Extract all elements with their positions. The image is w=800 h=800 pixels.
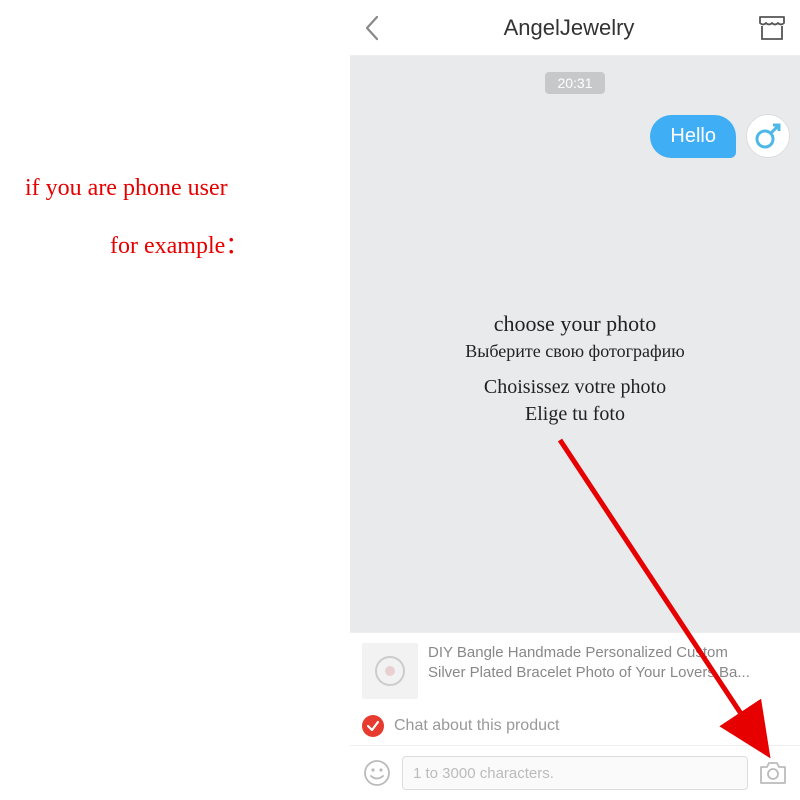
chat-about-label: Chat about this product bbox=[394, 717, 559, 735]
check-icon bbox=[362, 715, 384, 737]
overlay-ru: Выберите свою фотографию bbox=[350, 341, 800, 362]
product-title-line-2: Silver Plated Bracelet Photo of Your Lov… bbox=[428, 663, 788, 683]
phone-frame: AngelJewelry 20:31 Hello choose your pho… bbox=[350, 0, 800, 800]
chat-header: AngelJewelry bbox=[350, 0, 800, 56]
chat-timestamp: 20:31 bbox=[545, 72, 604, 94]
annotation-line-2: for example： bbox=[110, 225, 249, 260]
camera-icon[interactable] bbox=[758, 758, 788, 788]
male-symbol-icon bbox=[753, 121, 783, 151]
message-input[interactable] bbox=[402, 756, 748, 790]
back-icon[interactable] bbox=[364, 15, 380, 41]
message-row: Hello bbox=[350, 94, 800, 158]
chat-about-row[interactable]: Chat about this product bbox=[350, 709, 800, 746]
product-title: DIY Bangle Handmade Personalized Custom … bbox=[428, 643, 788, 684]
avatar[interactable] bbox=[746, 114, 790, 158]
product-thumbnail bbox=[362, 643, 418, 699]
overlay-es: Elige tu foto bbox=[350, 403, 800, 426]
store-icon[interactable] bbox=[758, 15, 786, 41]
product-title-line-1: DIY Bangle Handmade Personalized Custom bbox=[428, 643, 788, 663]
input-row bbox=[350, 746, 800, 800]
instruction-overlay: choose your photo Выберите свою фотограф… bbox=[350, 311, 800, 426]
annotation-line-1: if you are phone user bbox=[25, 175, 228, 202]
overlay-en: choose your photo bbox=[350, 311, 800, 337]
emoji-icon[interactable] bbox=[362, 758, 392, 788]
product-card[interactable]: DIY Bangle Handmade Personalized Custom … bbox=[350, 632, 800, 709]
chat-title: AngelJewelry bbox=[504, 15, 635, 41]
message-bubble: Hello bbox=[650, 115, 736, 158]
overlay-fr: Choisissez votre photo bbox=[350, 376, 800, 399]
chat-area: 20:31 Hello choose your photo Выберите с… bbox=[350, 56, 800, 632]
